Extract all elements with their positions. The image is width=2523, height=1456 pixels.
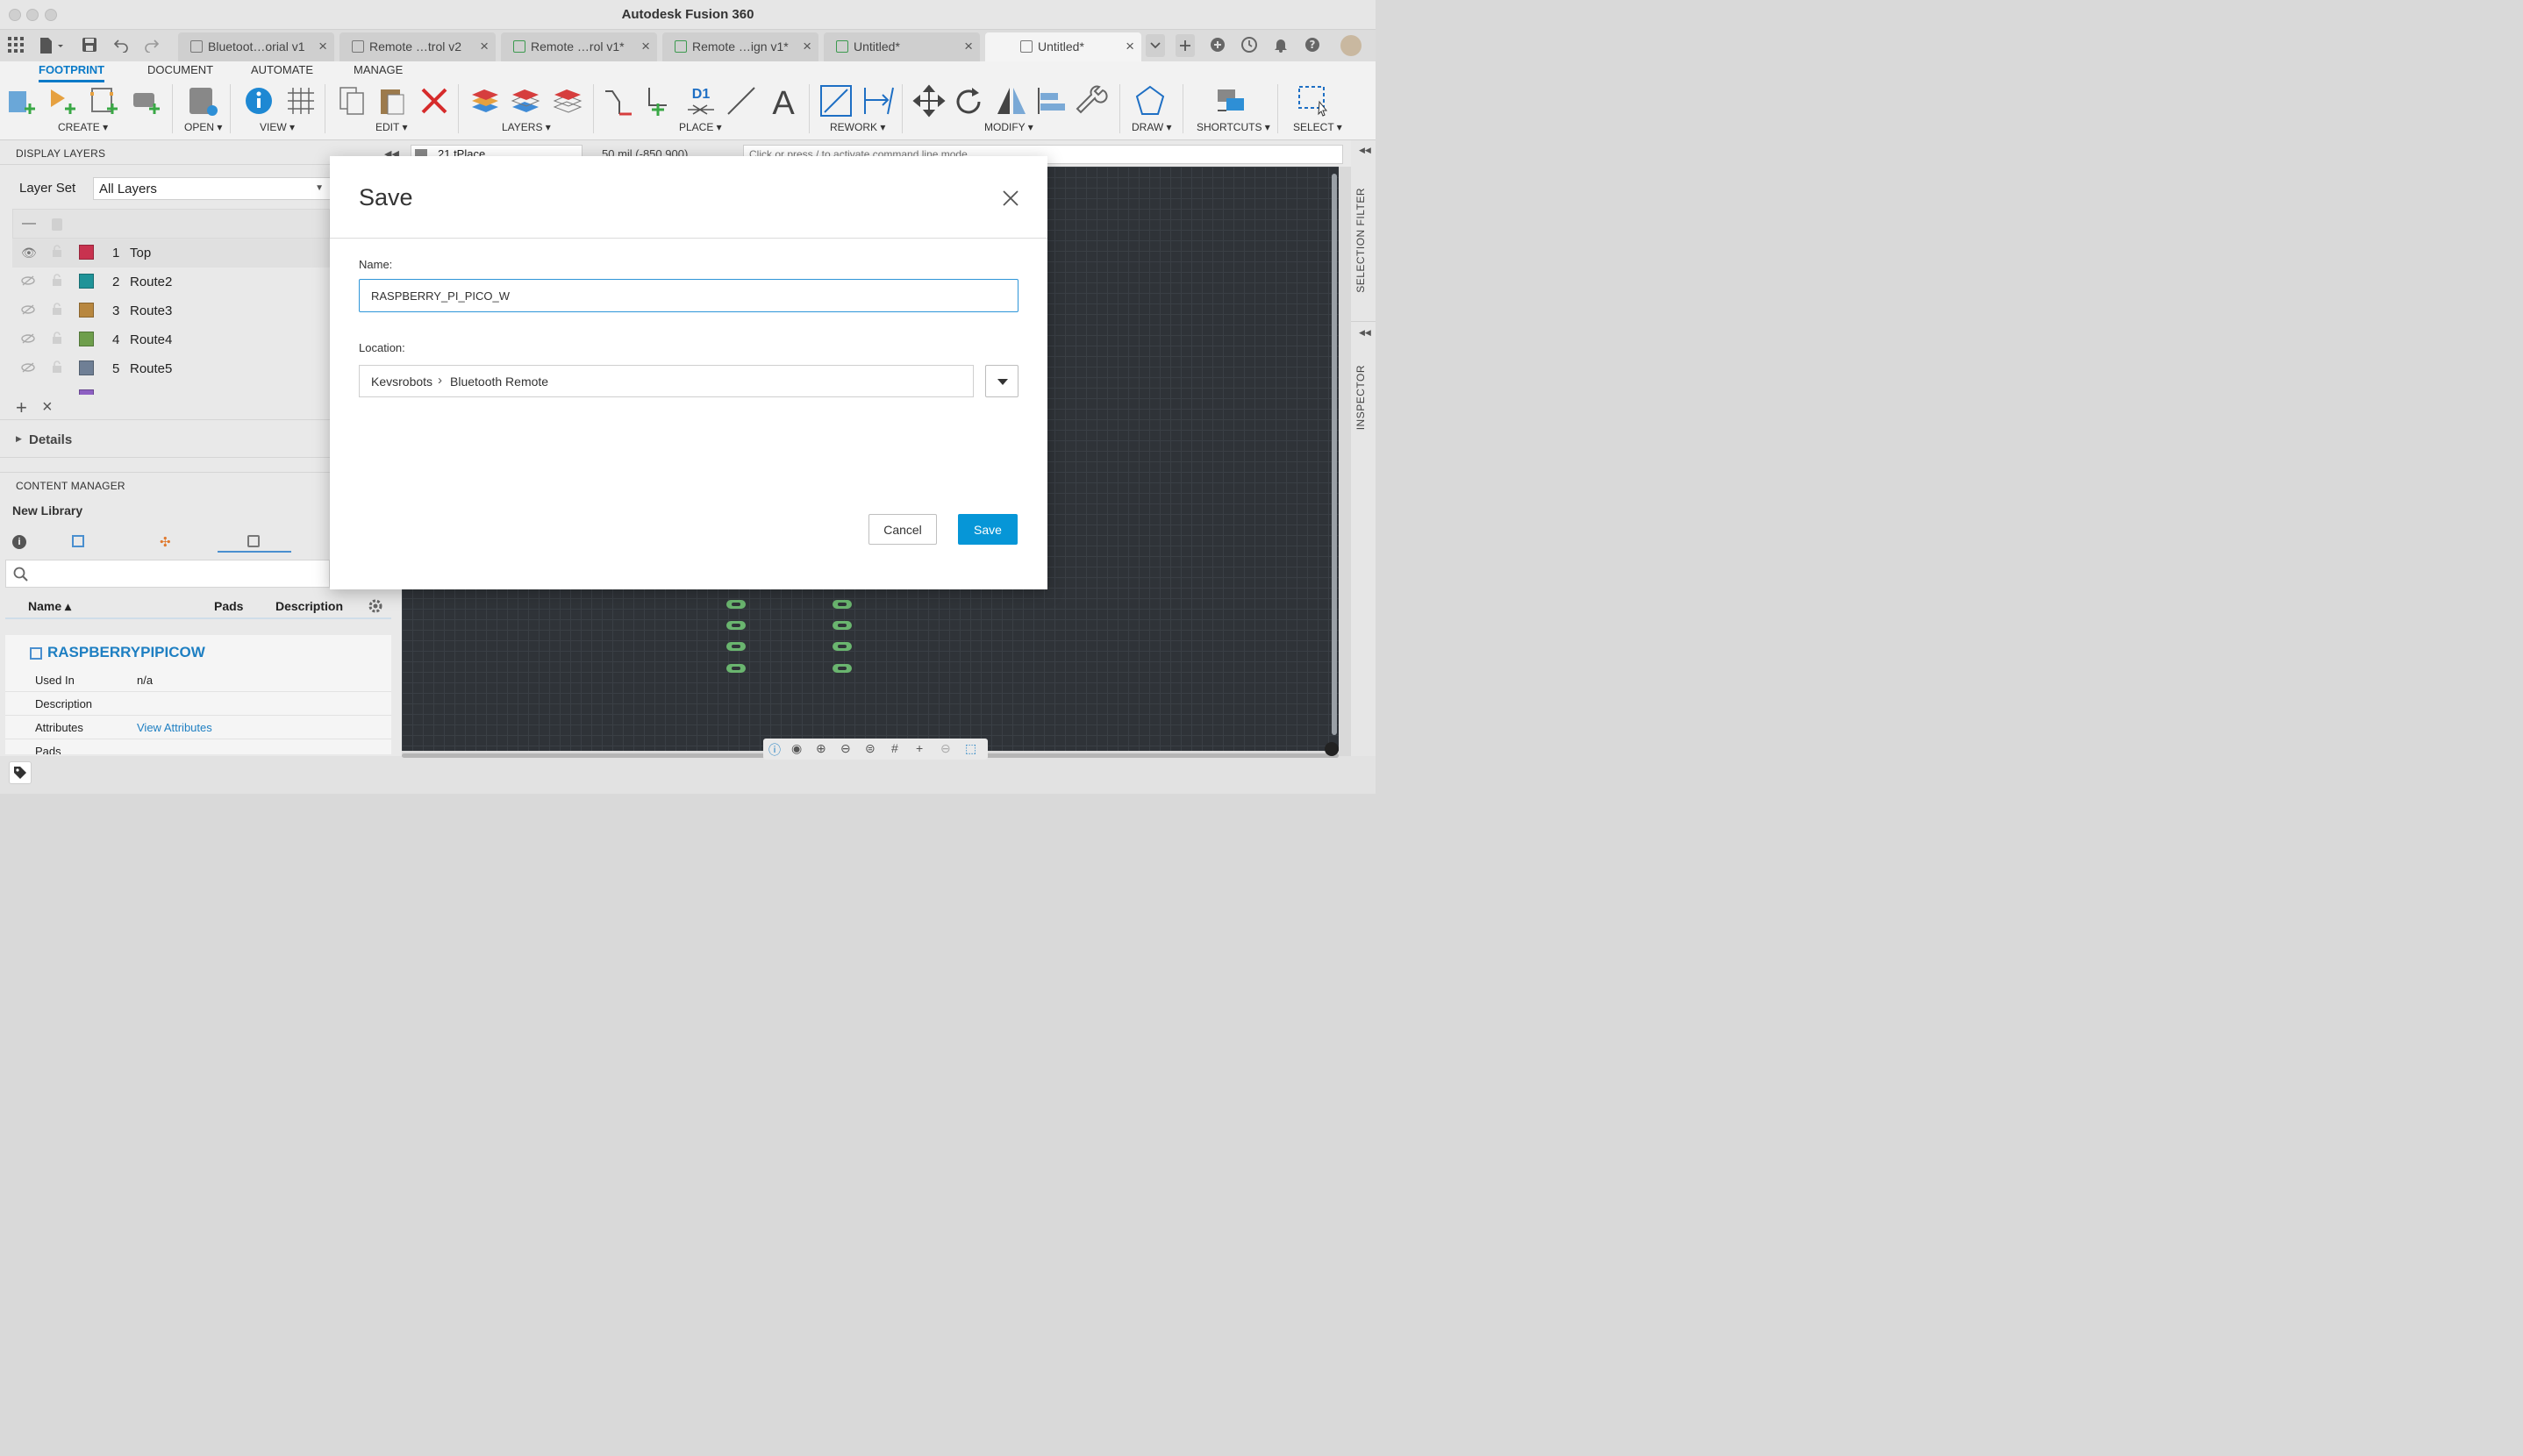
location-label: Location: xyxy=(359,341,405,354)
dialog-divider xyxy=(330,238,1047,239)
close-icon[interactable] xyxy=(1000,188,1021,209)
location-breadcrumb-root[interactable]: Kevsrobots xyxy=(371,375,432,389)
modal-overlay: Save Name: Location: Kevsrobots › Blueto… xyxy=(0,0,1376,794)
breadcrumb-chevron-icon: › xyxy=(438,373,442,388)
dialog-title: Save xyxy=(359,184,413,211)
location-breadcrumb-folder[interactable]: Bluetooth Remote xyxy=(450,375,548,389)
name-field[interactable] xyxy=(359,279,1018,312)
name-label: Name: xyxy=(359,258,393,271)
location-dropdown-button[interactable] xyxy=(985,365,1018,397)
location-field[interactable]: Kevsrobots › Bluetooth Remote xyxy=(359,365,974,397)
save-dialog: Save Name: Location: Kevsrobots › Blueto… xyxy=(330,156,1047,589)
cancel-button[interactable]: Cancel xyxy=(868,514,937,545)
save-button[interactable]: Save xyxy=(958,514,1018,545)
